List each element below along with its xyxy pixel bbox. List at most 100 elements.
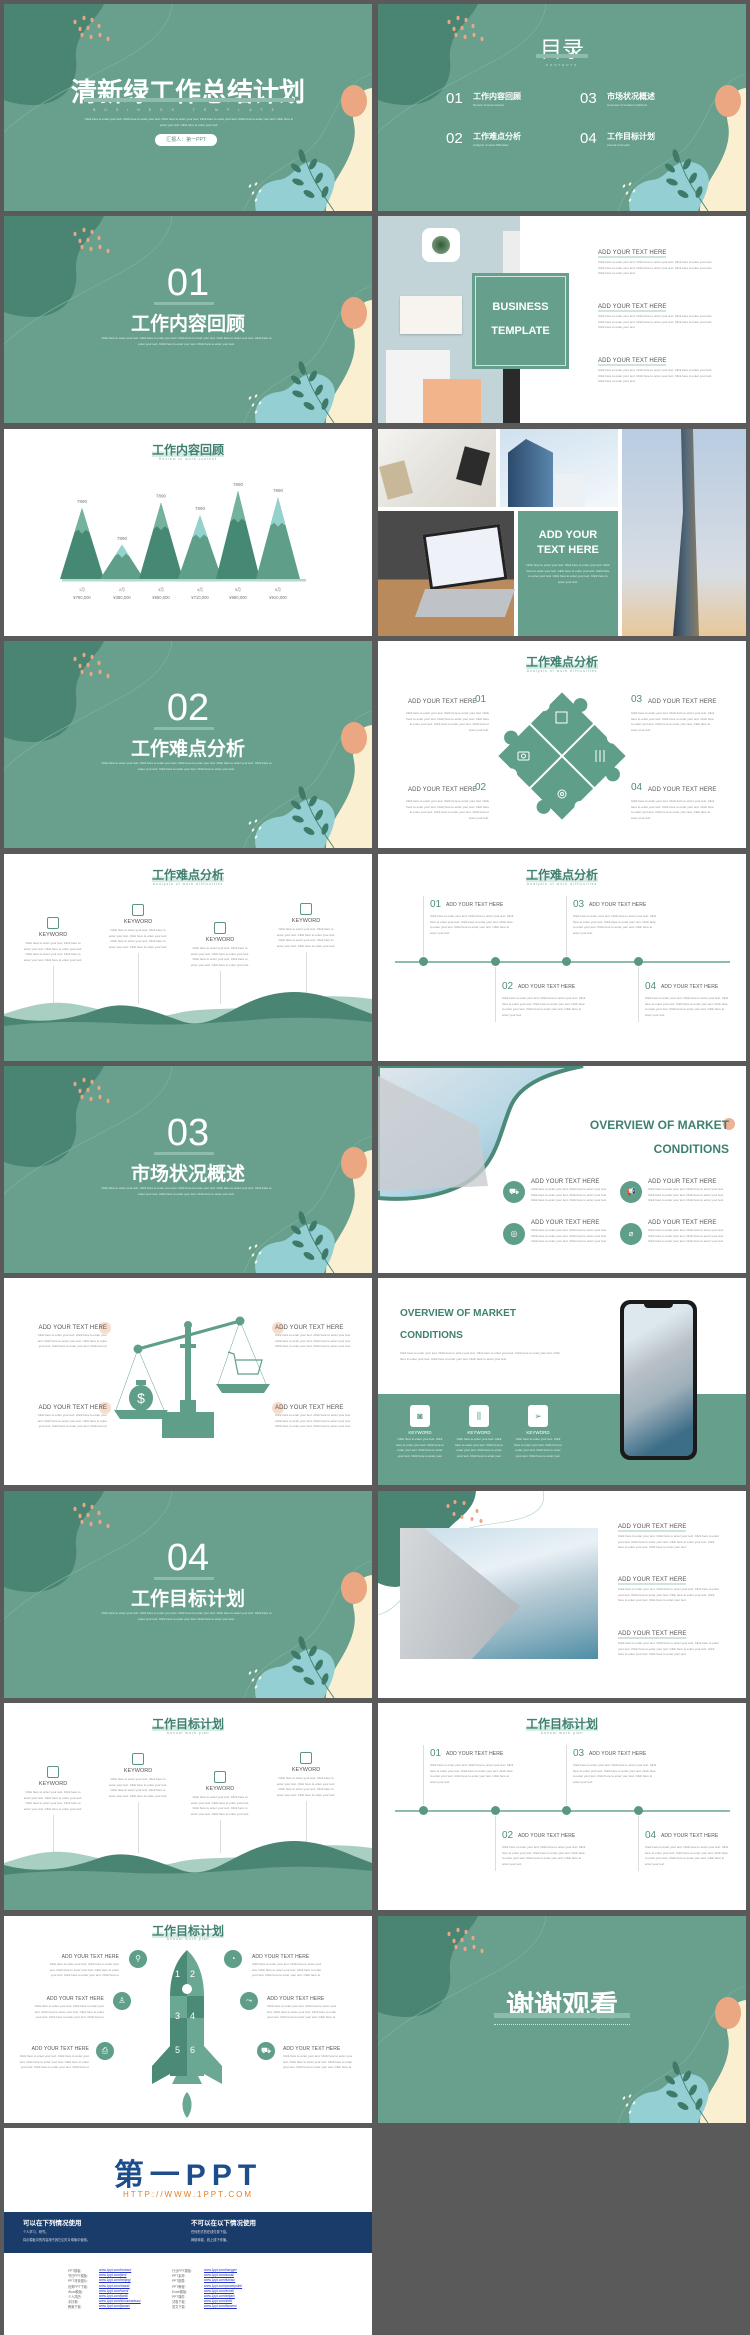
link-url[interactable]: www.1ppt.com/shouchaobao/ xyxy=(99,2299,141,2303)
slide-cover[interactable]: 清新绿工作总结计划 BUSINESS TEMPLATE Click here t… xyxy=(4,4,372,211)
section-number: 01 xyxy=(166,262,210,304)
slide-difficulty-timeline[interactable]: 工作难点分析 Analysis of work difficulties 01 … xyxy=(378,854,746,1061)
link-url[interactable]: www.1ppt.com/beijing/ xyxy=(99,2278,131,2282)
body-text: Click here to enter your text. Click her… xyxy=(400,1351,560,1361)
item-number: 03 xyxy=(631,694,643,705)
value-label: ¥710,000 xyxy=(191,595,209,600)
link-url[interactable]: www.1ppt.com/powerpoint/ xyxy=(204,2284,242,2288)
rocket-number: 5 xyxy=(175,2045,181,2055)
slide-contents[interactable]: 目录 CONTENTS 01 工作内容回顾 Review of work con… xyxy=(378,4,746,211)
box-line2: TEMPLATE xyxy=(491,325,550,337)
item-number: 01 xyxy=(430,899,442,910)
rocket-number: 6 xyxy=(190,2045,196,2055)
item-number: 02 xyxy=(475,782,487,793)
body-text: Click here to enter your text. Click her… xyxy=(19,2054,89,2071)
timeline-dot[interactable] xyxy=(633,957,643,966)
slide-section-02[interactable]: 02 工作难点分析 Click here to enter your text.… xyxy=(4,641,372,848)
timeline-dot[interactable] xyxy=(633,1806,643,1815)
globe-icon: ◎ xyxy=(503,1223,525,1245)
section-underline xyxy=(154,727,214,730)
slide-difficulty-keywords[interactable]: 工作难点分析 Analysis of work difficulties KEY… xyxy=(4,854,372,1061)
slide-market-phone[interactable]: OVERVIEW OF MARKET CONDITIONS Click here… xyxy=(378,1278,746,1485)
slide-section-03[interactable]: 03 市场状况概述 Click here to enter your text.… xyxy=(4,1066,372,1273)
link-url[interactable]: www.1ppt.com/word/ xyxy=(99,2289,128,2293)
puzzle-diagram xyxy=(498,692,626,820)
slide-1ppt-info[interactable]: 第一PPT HTTP://WWW.1PPT.COM 可以在下列情况使用 个人学习… xyxy=(4,2128,372,2335)
toc-num: 01 xyxy=(446,90,463,107)
body-text: Click here to enter your text. Click her… xyxy=(631,711,715,732)
data-label: 7890 xyxy=(77,499,88,504)
timeline-dot[interactable] xyxy=(490,1806,500,1815)
timeline-dot[interactable] xyxy=(418,1806,428,1815)
link-url[interactable]: www.1ppt.com/tubiao/ xyxy=(204,2278,235,2282)
link-url[interactable]: www.1ppt.com/sucai/ xyxy=(204,2273,234,2277)
body-text: Click here to enter your text. Click her… xyxy=(405,711,489,732)
link-url[interactable]: www.1ppt.com/moban/ xyxy=(99,2268,131,2272)
item-number: 04 xyxy=(631,782,643,793)
slide-image-text[interactable]: ADD YOUR TEXT HERE Click here to enter y… xyxy=(378,1491,746,1698)
dollar-icon: $ xyxy=(137,1390,145,1406)
body-text: Click here to enter your text. Click her… xyxy=(252,1962,322,1979)
text-heading: ADD YOUR TEXT HERE xyxy=(518,1833,576,1839)
slide-difficulty-puzzle[interactable]: 工作难点分析 Analysis of work difficulties ADD… xyxy=(378,641,746,848)
body-text: Click here to enter your text. Click her… xyxy=(631,799,715,820)
slide-section-04[interactable]: 04 工作目标计划 Click here to enter your text.… xyxy=(4,1491,372,1698)
link-label: 范文下载: xyxy=(172,2305,186,2310)
value-label: ¥790,000 xyxy=(73,595,91,600)
mountain-peak xyxy=(270,497,286,527)
slide-market-scale[interactable]: ADD YOUR TEXT HERE Click here to enter y… xyxy=(4,1278,372,1485)
body-text: Click here to enter your text. Click her… xyxy=(101,336,272,346)
slide-plan-keywords[interactable]: 工作目标计划 Annual work plan KEYWORD Click he… xyxy=(4,1703,372,1910)
section-underline xyxy=(154,302,214,305)
section-title: 工作难点分析 xyxy=(130,738,245,760)
slide-market-overview[interactable]: OVERVIEW OF MARKET CONDITIONS ⛟ ADD YOUR… xyxy=(378,1066,746,1273)
reporter-pill[interactable]: 汇报人：第一PPT xyxy=(155,134,217,146)
data-label: 7890 xyxy=(195,506,206,511)
slide-subtitle: Annual work plan xyxy=(540,1731,584,1735)
market-title-line2: CONDITIONS xyxy=(653,1142,729,1156)
slide-title: 工作难点分析 xyxy=(525,655,598,669)
slide-work-review-chart[interactable]: 工作内容回顾 Review of work content 7890 1月 ¥790… xyxy=(4,429,372,636)
text-heading: ADD YOUR TEXT HERE xyxy=(61,1954,119,1960)
link-url[interactable]: www.1ppt.com/jiaoan/ xyxy=(99,2304,130,2308)
cannot-use-title: 不可以在以下情况使用 xyxy=(191,2220,256,2227)
timeline-dot[interactable] xyxy=(490,957,500,966)
toc-num: 02 xyxy=(446,130,463,147)
link-url[interactable]: www.1ppt.com/xiazai/ xyxy=(99,2284,130,2288)
toc-en: Review of work content xyxy=(473,103,505,107)
cover-title: 清新绿工作总结计划 xyxy=(70,78,305,108)
link-url[interactable]: www.1ppt.com/kejian/ xyxy=(204,2294,235,2298)
slide-plan-timeline[interactable]: 工作目标计划 Annual work plan 01 ADD YOUR TEXT… xyxy=(378,1703,746,1910)
link-label: 教案下载: xyxy=(68,2305,82,2310)
toc-num: 03 xyxy=(580,90,597,107)
can-use-title: 可以在下列情况使用 xyxy=(23,2220,82,2227)
slide-plan-rocket[interactable]: 工作目标计划 Annual work plan 1 2 3 4 5 6 ⚲ AD… xyxy=(4,1916,372,2123)
link-url[interactable]: www.1ppt.com/jianli/ xyxy=(99,2294,128,2298)
timeline-dot[interactable] xyxy=(418,957,428,966)
section-number: 04 xyxy=(166,1537,210,1579)
plant-photo xyxy=(432,236,450,254)
connector-line xyxy=(638,967,639,1022)
body-text: Click here to enter your text. Click her… xyxy=(598,260,713,275)
1ppt-url[interactable]: HTTP://WWW.1PPT.COM xyxy=(4,2190,372,2199)
text-heading: ADD YOUR TEXT HERE xyxy=(589,902,647,908)
timeline-dot[interactable] xyxy=(561,1806,571,1815)
link-url[interactable]: www.1ppt.com/hangye/ xyxy=(204,2268,237,2272)
body-text: Click here to enter your text. Click her… xyxy=(101,1611,272,1621)
link-url[interactable]: www.1ppt.com/jieri/ xyxy=(99,2273,126,2277)
slide-section-01[interactable]: 01 工作内容回顾 Click here to enter your text.… xyxy=(4,216,372,423)
mountain-peak xyxy=(192,515,208,539)
link-url[interactable]: www.1ppt.com/excel/ xyxy=(204,2289,234,2293)
toc-num: 04 xyxy=(580,130,597,147)
link-url[interactable]: www.1ppt.com/fanwen/ xyxy=(204,2304,237,2308)
building-photo xyxy=(500,429,618,507)
slide-photo-collage[interactable]: ADD YOUR TEXT HERE Click here to enter y… xyxy=(378,429,746,636)
slide-business-template[interactable]: BUSINESS TEMPLATE ADD YOUR TEXT HERE Cli… xyxy=(378,216,746,423)
timeline-dot[interactable] xyxy=(561,957,571,966)
link-url[interactable]: www.1ppt.com/shiti/ xyxy=(204,2299,232,2303)
slide-thanks[interactable]: 谢谢观看 xyxy=(378,1916,746,2123)
body-text: Click here to enter your text. Click her… xyxy=(618,1641,720,1656)
cover-subtitle: BUSINESS TEMPLATE xyxy=(93,108,283,112)
body-text: Click here to enter your text. Click her… xyxy=(396,1437,444,1458)
megaphone-icon: 📢 xyxy=(620,1181,642,1203)
